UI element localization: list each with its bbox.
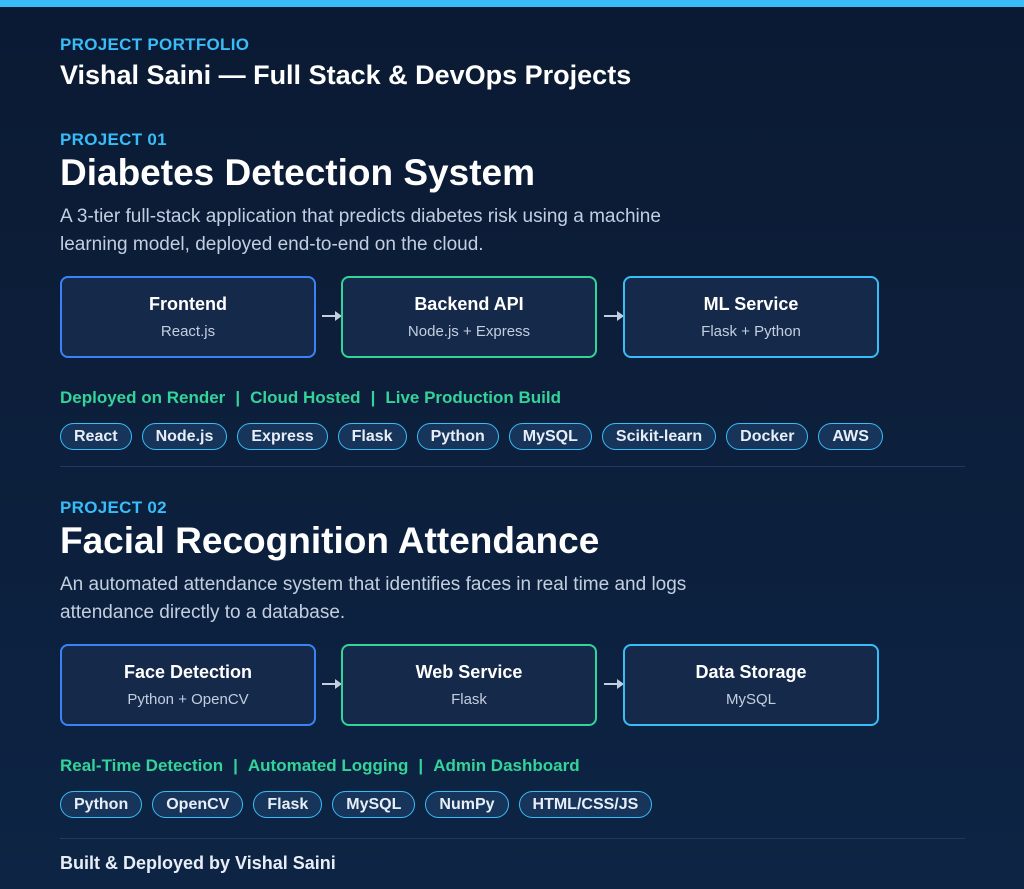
flow-box-frontend: Frontend React.js [60, 276, 316, 358]
tech-tag: AWS [818, 423, 883, 450]
flow-box-backend-api: Backend API Node.js + Express [341, 276, 597, 358]
section-divider [60, 838, 965, 839]
tech-tag: Scikit-learn [601, 423, 717, 450]
project-title: Diabetes Detection System [60, 152, 536, 193]
flow-box-title: Frontend [149, 294, 227, 314]
tech-tag: OpenCV [152, 791, 244, 818]
top-accent-bar [0, 0, 1024, 7]
flow-box-data-storage: Data Storage MySQL [623, 644, 879, 726]
tech-tag: MySQL [332, 791, 416, 818]
tech-tag: Docker [726, 423, 809, 450]
flow-box-web-service: Web Service Flask [341, 644, 597, 726]
page-title: Vishal Saini — Full Stack & DevOps Proje… [60, 60, 632, 90]
tech-tag: Python [416, 423, 499, 450]
architecture-flow: Face Detection Python + OpenCV Web Servi… [60, 644, 880, 726]
arrow-right-icon [322, 311, 342, 321]
tech-tags: React Node.js Express Flask Python MySQL… [60, 423, 883, 450]
project-title: Facial Recognition Attendance [60, 520, 600, 561]
section-divider [60, 466, 965, 467]
flow-box-subtitle: MySQL [725, 691, 776, 708]
tech-tag: HTML/CSS/JS [518, 791, 653, 818]
portfolio-eyebrow: PROJECT PORTFOLIO [60, 35, 250, 54]
flow-box-title: ML Service [703, 294, 799, 314]
flow-box-subtitle: Python + OpenCV [127, 691, 249, 708]
highlight-item: Admin Dashboard [433, 756, 580, 775]
arrow-right-icon [604, 679, 624, 689]
highlight-separator: | [235, 388, 241, 407]
tech-tags: Python OpenCV Flask MySQL NumPy HTML/CSS… [60, 791, 653, 818]
flow-box-title: Face Detection [123, 662, 253, 682]
highlight-item: Cloud Hosted [250, 388, 361, 407]
tech-tag: Python [60, 791, 143, 818]
arrow-right-icon [604, 311, 624, 321]
project-highlights: Real-Time Detection | Automated Logging … [60, 756, 580, 776]
highlight-separator: | [418, 756, 424, 775]
project-number: PROJECT 02 [60, 498, 167, 517]
flow-box-subtitle: Node.js + Express [407, 323, 531, 340]
flow-box-title: Backend API [414, 294, 524, 314]
tech-tag: Express [237, 423, 328, 450]
flow-box-title: Web Service [415, 662, 523, 682]
flow-box-ml-service: ML Service Flask + Python [623, 276, 879, 358]
project-description: A 3-tier full-stack application that pre… [60, 206, 661, 255]
tech-tag: Flask [253, 791, 323, 818]
flow-box-title: Data Storage [695, 662, 807, 682]
highlight-item: Real-Time Detection [60, 756, 224, 775]
arrow-right-icon [322, 679, 342, 689]
highlight-separator: | [233, 756, 238, 775]
project-highlights: Deployed on Render | Cloud Hosted | Live… [60, 388, 561, 408]
flow-box-subtitle: Flask + Python [701, 323, 801, 340]
architecture-flow: Frontend React.js Backend API Node.js + … [60, 276, 880, 358]
project-number: PROJECT 01 [60, 130, 167, 149]
highlight-item: Deployed on Render [60, 388, 226, 407]
project-description: An automated attendance system that iden… [60, 574, 687, 623]
highlight-item: Live Production Build [385, 388, 562, 407]
highlight-item: Automated Logging [247, 756, 409, 775]
tech-tag: MySQL [508, 423, 592, 450]
tech-tag: NumPy [425, 791, 509, 818]
tech-tag: React [60, 423, 132, 450]
highlight-separator: | [370, 388, 376, 407]
tech-tag: Flask [337, 423, 407, 450]
footer-credit: Built & Deployed by Vishal Saini [60, 853, 336, 873]
tech-tag: Node.js [141, 423, 228, 450]
flow-box-subtitle: React.js [160, 323, 216, 340]
flow-box-subtitle: Flask [451, 691, 487, 708]
flow-box-face-detection: Face Detection Python + OpenCV [60, 644, 316, 726]
